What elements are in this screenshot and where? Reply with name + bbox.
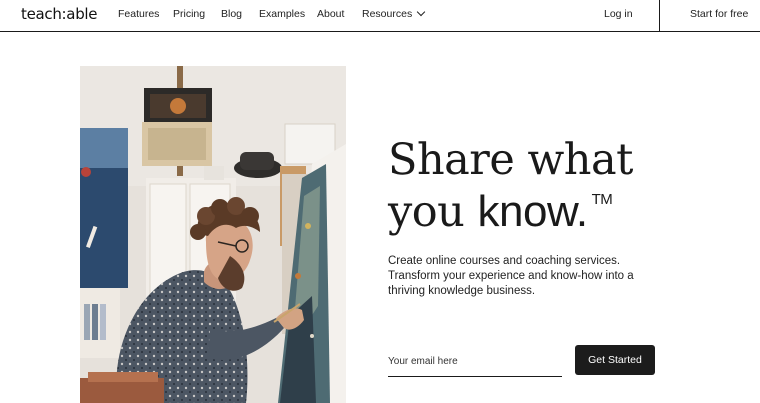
- nav-link-resources-label: Resources: [362, 8, 413, 20]
- hero-image: [80, 66, 346, 403]
- nav-divider: [659, 0, 660, 31]
- hero-subtext: Create online courses and coaching servi…: [388, 255, 634, 297]
- nav-link-blog[interactable]: Blog: [221, 8, 242, 20]
- trademark-symbol: TM: [591, 191, 613, 208]
- headline-light-word: you: [388, 187, 478, 237]
- hero-headline: Share what you know. TM: [388, 134, 633, 248]
- nav-link-examples[interactable]: Examples: [259, 8, 305, 20]
- start-for-free-button[interactable]: Start for free: [690, 8, 748, 20]
- headline-line-1: Share what: [388, 135, 633, 185]
- headline-line-2: you know. TM: [388, 186, 633, 248]
- nav-link-about[interactable]: About: [317, 8, 344, 20]
- headline-bold-word: know.: [477, 187, 589, 236]
- nav-link-features[interactable]: Features: [118, 8, 159, 20]
- chevron-down-icon: [416, 7, 426, 17]
- nav-link-resources[interactable]: Resources: [362, 7, 426, 20]
- top-nav: teach:able Features Pricing Blog Example…: [0, 0, 760, 32]
- login-link[interactable]: Log in: [604, 8, 633, 20]
- teachable-logo[interactable]: teach:able: [21, 5, 98, 23]
- nav-link-pricing[interactable]: Pricing: [173, 8, 205, 20]
- email-field[interactable]: [388, 346, 562, 377]
- get-started-button[interactable]: Get Started: [575, 345, 655, 375]
